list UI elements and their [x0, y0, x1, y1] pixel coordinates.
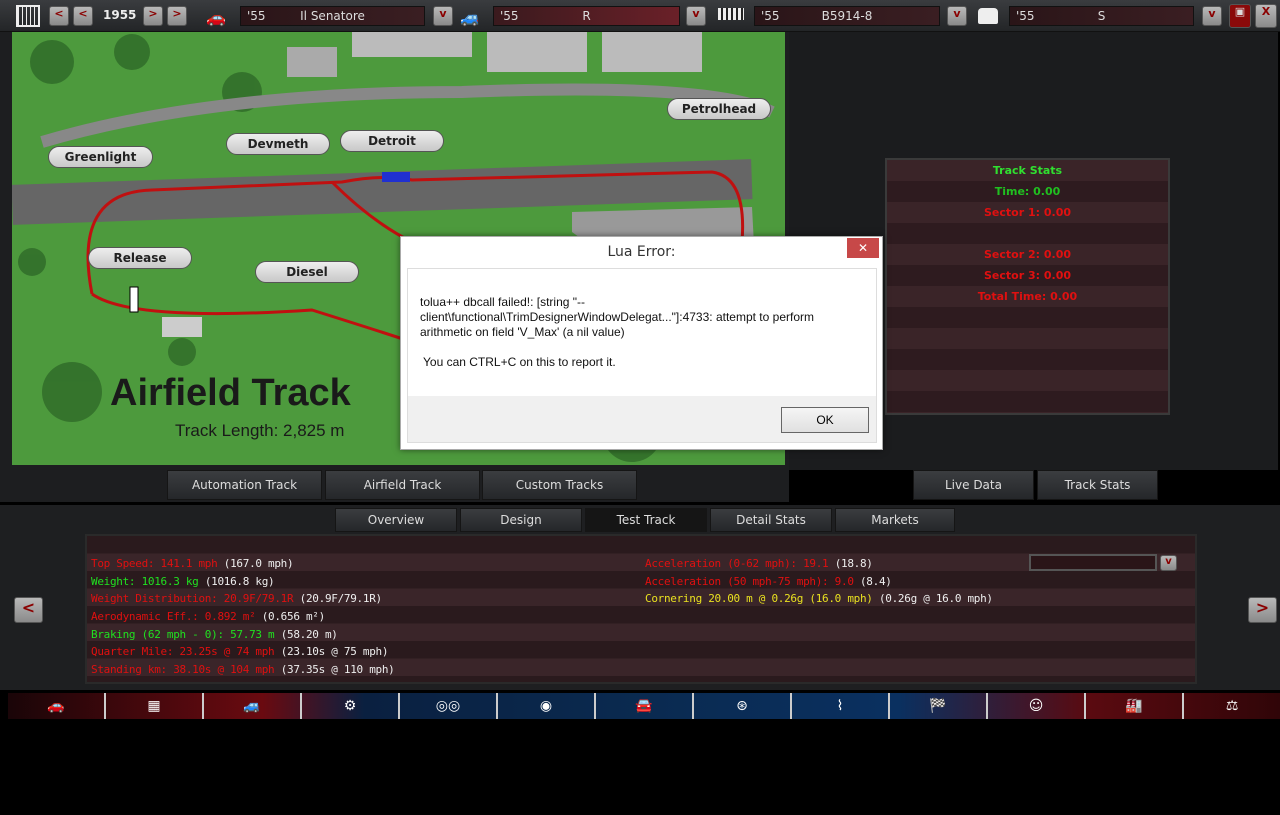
stat-top-speed: Top Speed: 141.1 mph (167.0 mph) — [91, 557, 294, 570]
year-forward-fast-button[interactable]: > — [167, 6, 187, 26]
brakes-icon[interactable]: ◉ — [498, 693, 596, 719]
tab-track-stats[interactable]: Track Stats — [1037, 470, 1158, 500]
stat-braking: Braking (62 mph - 0): 57.73 m (58.20 m) — [91, 628, 338, 641]
trim-dropdown-button[interactable]: v — [686, 6, 706, 26]
marker-release: Release — [88, 247, 192, 269]
ok-button[interactable]: OK — [781, 407, 869, 433]
stat-sector-2: Sector 2: 0.00 — [984, 248, 1071, 261]
interior-icon[interactable]: ⊛ — [694, 693, 792, 719]
year-forward-button[interactable]: > — [143, 6, 163, 26]
dialog-close-button[interactable]: ✕ — [847, 238, 879, 258]
tab-custom-tracks[interactable]: Custom Tracks — [482, 470, 637, 500]
tab-test-track[interactable]: Test Track — [585, 508, 707, 532]
marker-petrolhead: Petrolhead — [667, 98, 771, 120]
body-dropdown-button[interactable]: v — [433, 6, 453, 26]
track-title: Airfield Track — [110, 372, 351, 414]
car-body-icon[interactable]: 🚗 — [8, 693, 106, 719]
variant-dropdown-button[interactable]: v — [1202, 6, 1222, 26]
car-body-icon: 🚗 — [206, 8, 226, 27]
suspension-icon[interactable]: ⌇ — [792, 693, 890, 719]
engine-variant-icon — [978, 8, 998, 24]
year-back-button[interactable]: < — [73, 6, 93, 26]
design-stage-bar: 🚗 ▦ 🚙 ⚙ ◎◎ ◉ 🚘 ⊛ ⌇ 🏁 ☺ 🏭 ⚖ — [8, 693, 1280, 719]
stat-time: Time: 0.00 — [994, 185, 1061, 198]
next-page-button[interactable]: > — [1248, 597, 1277, 623]
dialog-message: tolua++ dbcall failed!: [string "--clien… — [420, 295, 814, 339]
trim-icon[interactable]: 🚙 — [204, 693, 302, 719]
stat-acceleration-0-62: Acceleration (0-62 mph): 19.1 (18.8) — [645, 557, 873, 570]
trim-selector[interactable]: '55 R — [493, 6, 680, 26]
factory-icon[interactable]: 🏭 — [1086, 693, 1184, 719]
dialog-title: Lua Error: — [607, 244, 676, 260]
track-stats-box: Track Stats Time: 0.00 Sector 1: 0.00 Se… — [885, 158, 1170, 415]
track-length: Track Length: 2,825 m — [175, 421, 345, 440]
tab-automation-track[interactable]: Automation Track — [167, 470, 322, 500]
marker-greenlight: Greenlight — [48, 146, 153, 168]
stat-sector-1: Sector 1: 0.00 — [984, 206, 1071, 219]
stat-cornering: Cornering 20.00 m @ 0.26g (16.0 mph) (0.… — [645, 592, 993, 605]
gearbox-icon[interactable]: ⚙ — [302, 693, 400, 719]
save-icon[interactable]: ▣ — [1229, 4, 1251, 28]
stat-acceleration-50-75: Acceleration (50 mph-75 mph): 9.0 (8.4) — [645, 575, 892, 588]
balance-icon[interactable]: ⚖ — [1184, 693, 1280, 719]
comparison-dropdown-button[interactable]: v — [1160, 555, 1177, 571]
tab-airfield-track[interactable]: Airfield Track — [325, 470, 480, 500]
lua-error-dialog: Lua Error: ✕ tolua++ dbcall failed!: [st… — [400, 236, 883, 450]
engine-icon — [718, 8, 744, 20]
marker-detroit: Detroit — [340, 130, 444, 152]
year-back-fast-button[interactable]: < — [49, 6, 69, 26]
marker-diesel: Diesel — [255, 261, 359, 283]
previous-page-button[interactable]: < — [14, 597, 43, 623]
stat-standing-km: Standing km: 38.10s @ 104 mph (37.35s @ … — [91, 663, 395, 676]
engine-selector[interactable]: '55 B5914-8 — [754, 6, 940, 26]
dialog-hint: You can CTRL+C on this to report it. — [423, 355, 616, 369]
comparison-select[interactable] — [1029, 554, 1157, 571]
chassis-icon[interactable]: ▦ — [106, 693, 204, 719]
tab-live-data[interactable]: Live Data — [913, 470, 1034, 500]
stat-total-time: Total Time: 0.00 — [977, 290, 1078, 303]
tab-design[interactable]: Design — [460, 508, 582, 532]
tab-overview[interactable]: Overview — [335, 508, 457, 532]
market-icon[interactable]: ☺ — [988, 693, 1086, 719]
year-label: 1955 — [103, 8, 137, 22]
track-stats-title: Track Stats — [992, 164, 1063, 177]
marker-devmeth: Devmeth — [226, 133, 330, 155]
calendar-icon[interactable] — [16, 5, 40, 27]
stat-weight-distribution: Weight Distribution: 20.9F/79.1R (20.9F/… — [91, 592, 382, 605]
aero-icon[interactable]: 🚘 — [596, 693, 694, 719]
tab-markets[interactable]: Markets — [835, 508, 955, 532]
car-trim-icon: 🚙 — [460, 8, 480, 27]
variant-selector[interactable]: '55 S — [1009, 6, 1194, 26]
stat-quarter-mile: Quarter Mile: 23.25s @ 74 mph (23.10s @ … — [91, 645, 389, 658]
wheels-icon[interactable]: ◎◎ — [400, 693, 498, 719]
tab-detail-stats[interactable]: Detail Stats — [710, 508, 832, 532]
engine-dropdown-button[interactable]: v — [947, 6, 967, 26]
test-track-icon[interactable]: 🏁 — [890, 693, 988, 719]
top-toolbar: < < 1955 > > 🚗 '55 Il Senatore v 🚙 '55 R v… — [0, 0, 1280, 32]
close-button[interactable]: X — [1255, 4, 1277, 28]
stat-weight: Weight: 1016.3 kg (1016.8 kg) — [91, 575, 275, 588]
stat-sector-3: Sector 3: 0.00 — [984, 269, 1071, 282]
stat-aero-efficiency: Aerodynamic Eff.: 0.892 m² (0.656 m²) — [91, 610, 325, 623]
body-selector[interactable]: '55 Il Senatore — [240, 6, 425, 26]
